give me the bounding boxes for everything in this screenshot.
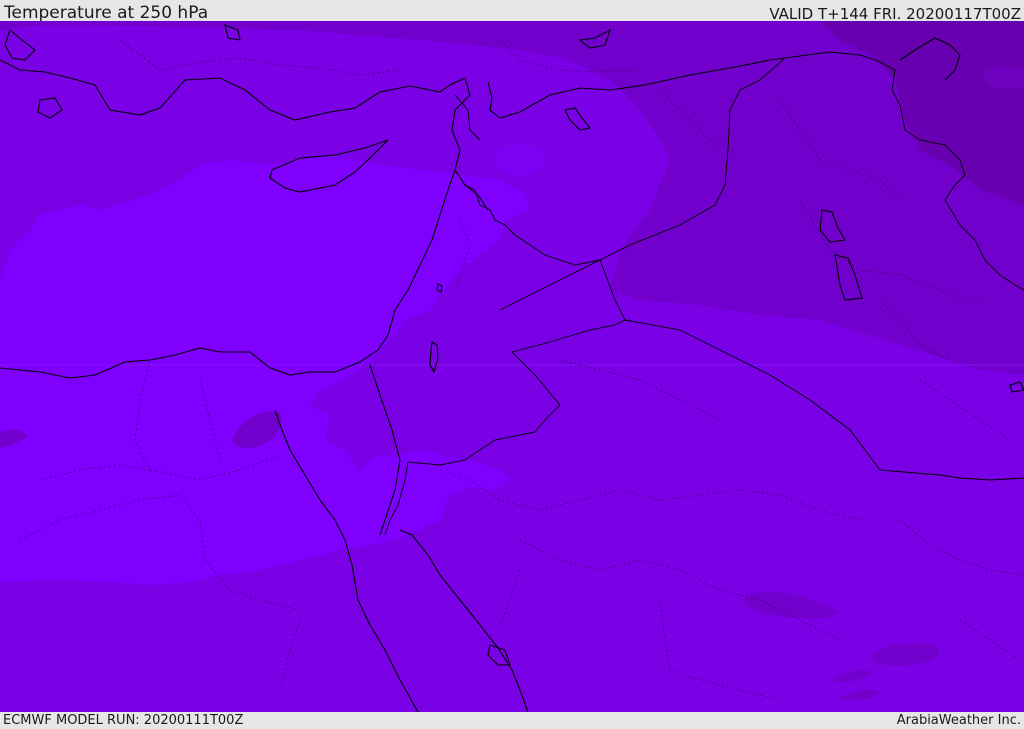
top-bar: Temperature at 250 hPa VALID T+144 FRI. … <box>0 0 1024 23</box>
map-title: Temperature at 250 hPa <box>4 3 209 23</box>
temperature-map <box>0 21 1024 712</box>
model-run: ECMWF MODEL RUN: 20200111T00Z <box>3 713 244 728</box>
brand-credit: ArabiaWeather Inc. <box>896 713 1021 728</box>
field-band-cold-2 <box>983 66 1024 88</box>
